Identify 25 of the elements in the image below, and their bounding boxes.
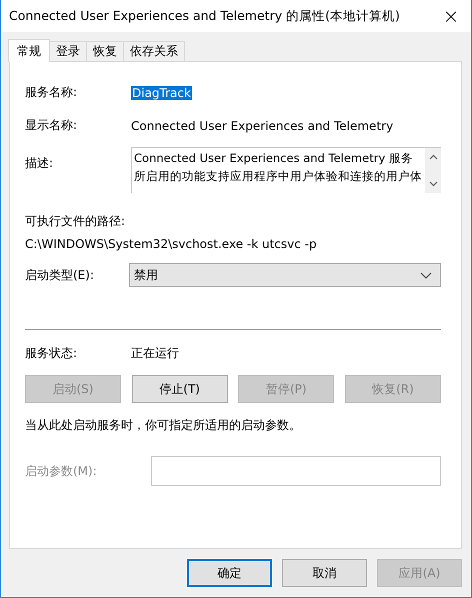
field-label: 服务名称: — [25, 84, 78, 101]
chevron-down-icon — [420, 272, 432, 278]
startup-type-dropdown[interactable]: 禁用 — [129, 263, 441, 287]
service-name-value: DiagTrack — [131, 86, 192, 100]
close-button[interactable]: × — [431, 0, 471, 32]
tab[interactable]: 常规 — [8, 39, 50, 62]
dialog-button[interactable]: 确定 — [187, 559, 272, 587]
scroll-down-icon[interactable] — [428, 181, 438, 187]
hint-text: 当从此处启动服务时，你可指定所适用的启动参数。 — [25, 417, 302, 434]
scroll-up-icon[interactable] — [428, 154, 438, 160]
window-title: Connected User Experiences and Telemetry 的属性(本地计算机) — [9, 8, 400, 24]
field-label: 显示名称: — [25, 117, 78, 134]
field-label: 启动类型(E): — [25, 266, 95, 284]
display-name-value: Connected User Experiences and Telemetry — [131, 118, 394, 132]
field-label: 服务状态: — [25, 345, 78, 362]
tab[interactable]: 依存关系 — [123, 41, 185, 61]
description-field[interactable]: Connected User Experiences and Telemetry 服务所启用的功能支持应用程序中用户体验和连接的用户体 — [131, 147, 441, 193]
service-status-value: 正在运行 — [131, 345, 179, 362]
dialog-button[interactable]: 取消 — [282, 559, 367, 587]
field-label: 启动参数(M): — [25, 462, 98, 480]
scrollbar[interactable] — [425, 148, 441, 193]
service-button[interactable]: 停止(T) — [132, 375, 228, 403]
field-label: 描述: — [25, 155, 54, 172]
executable-path: C:\WINDOWS\System32\svchost.exe -k utcsvc -p — [25, 237, 318, 251]
field-label: 可执行文件的路径: — [25, 213, 126, 230]
